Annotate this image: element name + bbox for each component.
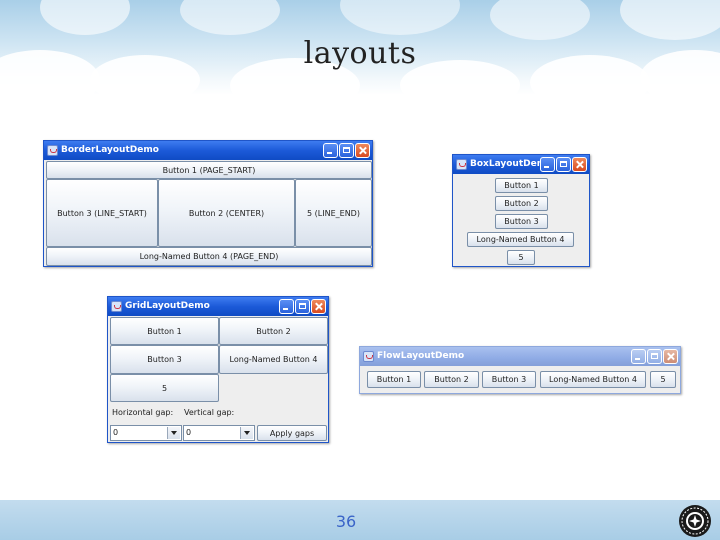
flow-layout-content: Button 1 Button 2 Button 3 Long-Named Bu… <box>362 367 678 391</box>
window-title: BorderLayoutDemo <box>61 145 159 155</box>
close-icon[interactable] <box>311 299 326 314</box>
flow-layout-demo-window: FlowLayoutDemo Button 1 Button 2 Button … <box>359 346 681 394</box>
horizontal-gap-select[interactable]: 0 <box>110 425 182 441</box>
maximize-icon[interactable] <box>339 143 354 158</box>
chevron-down-icon[interactable] <box>167 427 180 439</box>
box-button-1[interactable]: Button 1 <box>495 178 548 193</box>
java-window-icon <box>456 159 467 170</box>
grid-button-3[interactable]: Button 3 <box>110 345 219 374</box>
line-end-button[interactable]: 5 (LINE_END) <box>295 179 372 247</box>
minimize-icon[interactable] <box>279 299 294 314</box>
vertical-gap-select[interactable]: 0 <box>183 425 255 441</box>
java-window-icon <box>111 301 122 312</box>
grid-button-1[interactable]: Button 1 <box>110 317 219 345</box>
page-start-button[interactable]: Button 1 (PAGE_START) <box>46 161 372 179</box>
university-seal-logo <box>679 505 711 537</box>
maximize-icon[interactable] <box>295 299 310 314</box>
close-icon[interactable] <box>572 157 587 172</box>
vertical-gap-value: 0 <box>186 428 192 437</box>
horizontal-gap-label: Horizontal gap: <box>112 408 174 417</box>
maximize-icon[interactable] <box>556 157 571 172</box>
minimize-icon[interactable] <box>323 143 338 158</box>
flow-button-3[interactable]: Button 3 <box>482 371 536 388</box>
vertical-gap-label: Vertical gap: <box>184 408 235 417</box>
grid-button-4[interactable]: Long-Named Button 4 <box>219 345 328 374</box>
flow-layout-titlebar[interactable]: FlowLayoutDemo <box>360 347 680 366</box>
minimize-icon[interactable] <box>540 157 555 172</box>
grid-button-5[interactable]: 5 <box>110 374 219 402</box>
chevron-down-icon[interactable] <box>240 427 253 439</box>
flow-button-4[interactable]: Long-Named Button 4 <box>540 371 646 388</box>
grid-layout-titlebar[interactable]: GridLayoutDemo <box>108 297 328 316</box>
line-start-button[interactable]: Button 3 (LINE_START) <box>46 179 158 247</box>
grid-button-2[interactable]: Button 2 <box>219 317 328 345</box>
slide-title: layouts <box>303 36 417 71</box>
box-button-4[interactable]: Long-Named Button 4 <box>467 232 574 247</box>
box-button-5[interactable]: 5 <box>507 250 535 265</box>
box-button-2[interactable]: Button 2 <box>495 196 548 211</box>
apply-gaps-button[interactable]: Apply gaps <box>257 425 327 441</box>
box-layout-demo-window: BoxLayoutDemo Button 1 Button 2 Button 3… <box>452 154 590 267</box>
flow-button-2[interactable]: Button 2 <box>424 371 479 388</box>
window-title: GridLayoutDemo <box>125 301 210 311</box>
java-window-icon <box>363 351 374 362</box>
box-layout-titlebar[interactable]: BoxLayoutDemo <box>453 155 589 174</box>
flow-button-5[interactable]: 5 <box>650 371 676 388</box>
window-title: FlowLayoutDemo <box>377 351 465 361</box>
page-end-button[interactable]: Long-Named Button 4 (PAGE_END) <box>46 247 372 266</box>
minimize-icon[interactable] <box>631 349 646 364</box>
java-window-icon <box>47 145 58 156</box>
grid-layout-content: Button 1 Button 2 Button 3 Long-Named Bu… <box>110 317 328 441</box>
close-icon[interactable] <box>663 349 678 364</box>
maximize-icon[interactable] <box>647 349 662 364</box>
horizontal-gap-value: 0 <box>113 428 119 437</box>
box-button-3[interactable]: Button 3 <box>495 214 548 229</box>
close-icon[interactable] <box>355 143 370 158</box>
border-layout-demo-window: BorderLayoutDemo Button 1 (PAGE_START) B… <box>43 140 373 267</box>
grid-layout-demo-window: GridLayoutDemo Button 1 Button 2 Button … <box>107 296 329 443</box>
page-number: 36 <box>335 512 357 531</box>
border-layout-titlebar[interactable]: BorderLayoutDemo <box>44 141 372 160</box>
border-layout-content: Button 1 (PAGE_START) Button 3 (LINE_STA… <box>46 161 372 266</box>
center-button[interactable]: Button 2 (CENTER) <box>158 179 295 247</box>
box-layout-content: Button 1 Button 2 Button 3 Long-Named Bu… <box>455 175 587 265</box>
flow-button-1[interactable]: Button 1 <box>367 371 421 388</box>
